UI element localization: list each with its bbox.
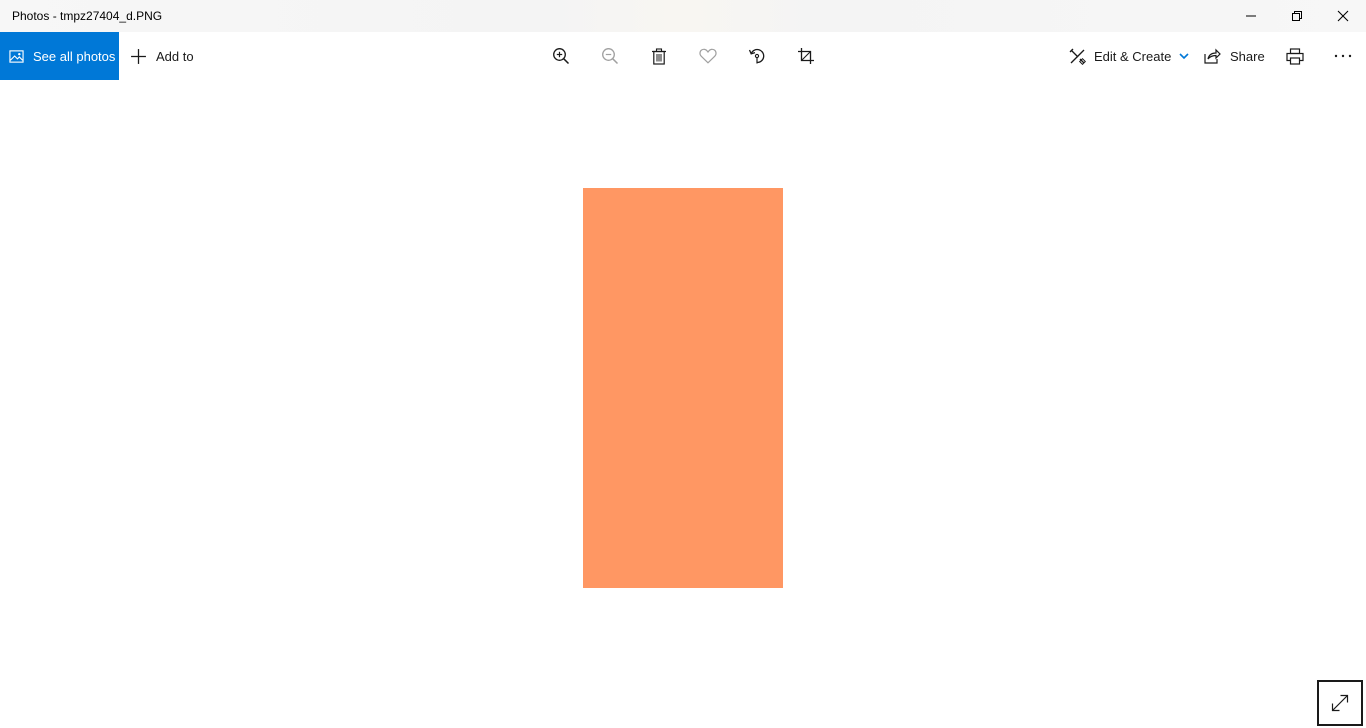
close-button[interactable] [1320,0,1366,32]
edit-create-label: Edit & Create [1094,48,1172,64]
restore-button[interactable] [1274,0,1320,32]
minimize-button[interactable] [1228,0,1274,32]
share-button[interactable]: Share [1204,32,1265,80]
delete-button[interactable] [649,46,669,66]
share-icon [1204,48,1221,64]
more-icon [1334,54,1352,58]
add-to-button[interactable]: Add to [130,32,194,80]
crop-icon [798,48,814,64]
more-options-button[interactable] [1333,46,1353,66]
rotate-button[interactable] [747,46,767,66]
title-bar: Photos - tmpz27404_d.PNG [0,0,1366,32]
edit-create-icon [1069,48,1086,65]
minimize-icon [1246,15,1256,17]
edit-create-button[interactable]: Edit & Create [1069,32,1189,80]
zoom-in-icon [553,48,570,65]
expand-icon [1331,694,1349,712]
zoom-out-icon [602,48,619,65]
restore-icon [1292,11,1302,21]
favorite-button[interactable] [698,46,718,66]
full-screen-button[interactable] [1317,680,1363,726]
toolbar: See all photos Add to Edit & Create Shar… [0,32,1366,80]
add-to-label: Add to [156,48,194,64]
heart-icon [699,48,717,64]
zoom-out-button[interactable] [600,46,620,66]
chevron-down-icon [1179,52,1189,60]
rotate-icon [748,48,765,64]
close-icon [1337,10,1349,22]
photo-gallery-icon [9,49,24,64]
displayed-photo [583,188,783,588]
window-title: Photos - tmpz27404_d.PNG [12,9,163,23]
print-icon [1286,47,1304,65]
print-button[interactable] [1285,46,1305,66]
see-all-photos-button[interactable]: See all photos [0,32,119,80]
crop-button[interactable] [796,46,816,66]
plus-icon [130,48,147,65]
see-all-photos-label: See all photos [33,48,116,64]
delete-icon [652,47,666,65]
zoom-in-button[interactable] [551,46,571,66]
share-label: Share [1230,48,1265,64]
